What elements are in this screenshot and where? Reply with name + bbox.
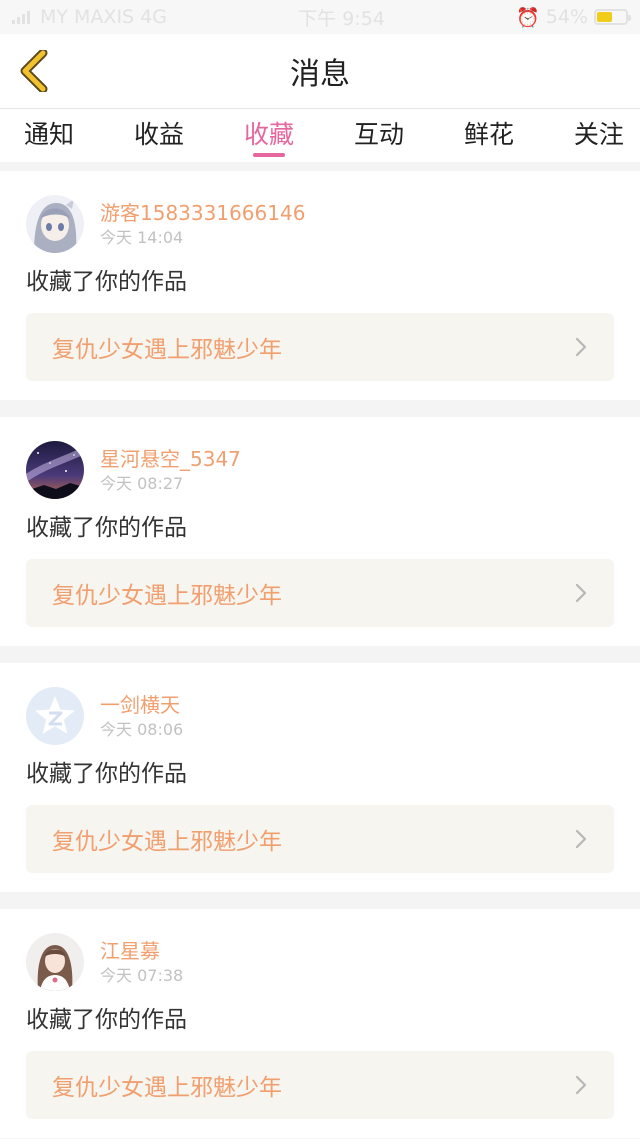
alarm-icon: ⏰ — [516, 6, 540, 29]
work-link[interactable]: 复仇少女遇上邪魅少年 — [26, 805, 614, 873]
message-header: 星河悬空_5347 今天 08:27 — [26, 441, 614, 499]
message-time: 今天 07:38 — [100, 965, 184, 985]
default-star-avatar-icon — [26, 687, 84, 745]
signal-icon — [12, 10, 30, 24]
message-header: 游客1583331666146 今天 14:04 — [26, 195, 614, 253]
page-title: 消息 — [290, 57, 350, 92]
chevron-right-icon — [575, 583, 587, 603]
message-card: 一剑横天 今天 08:06 收藏了你的作品 复仇少女遇上邪魅少年 — [0, 663, 640, 892]
tab-income[interactable]: 收益 — [134, 109, 184, 151]
message-card: 游客1583331666146 今天 14:04 收藏了你的作品 复仇少女遇上邪… — [0, 171, 640, 400]
message-header: 一剑横天 今天 08:06 — [26, 687, 614, 745]
message-time: 今天 08:27 — [100, 473, 184, 493]
user-name[interactable]: 游客1583331666146 — [100, 200, 305, 226]
avatar[interactable] — [26, 687, 84, 745]
user-info: 江星募 今天 07:38 — [100, 938, 183, 987]
chevron-left-icon — [20, 48, 48, 94]
message-time: 今天 14:04 — [100, 227, 184, 247]
message-text: 收藏了你的作品 — [26, 1007, 187, 1033]
avatar[interactable] — [26, 441, 84, 499]
tab-bar: 通知 收益 收藏 互动 鲜花 关注 — [0, 108, 640, 162]
user-name[interactable]: 星河悬空_5347 — [100, 446, 241, 472]
work-link[interactable]: 复仇少女遇上邪魅少年 — [26, 313, 614, 381]
status-bar: MY MAXIS 4G 下午 9:54 ⏰ 54% — [0, 0, 640, 34]
user-name[interactable]: 江星募 — [100, 938, 183, 964]
carrier-label: MY MAXIS 4G — [40, 6, 167, 28]
avatar[interactable] — [26, 195, 84, 253]
chevron-right-icon — [575, 829, 587, 849]
tab-follow[interactable]: 关注 — [574, 109, 624, 151]
anime-avatar-icon — [26, 195, 84, 253]
work-title: 复仇少女遇上邪魅少年 — [52, 829, 282, 855]
work-title: 复仇少女遇上邪魅少年 — [52, 583, 282, 609]
tab-flowers[interactable]: 鲜花 — [464, 109, 514, 151]
work-title: 复仇少女遇上邪魅少年 — [52, 337, 282, 363]
tab-interaction[interactable]: 互动 — [354, 109, 404, 151]
nav-bar: 消息 — [0, 34, 640, 108]
message-time: 今天 08:06 — [100, 719, 184, 739]
work-title: 复仇少女遇上邪魅少年 — [52, 1075, 282, 1101]
photo-avatar-icon — [26, 933, 84, 991]
tab-favorites[interactable]: 收藏 — [244, 109, 294, 157]
message-card: 星河悬空_5347 今天 08:27 收藏了你的作品 复仇少女遇上邪魅少年 — [0, 417, 640, 646]
user-info: 游客1583331666146 今天 14:04 — [100, 200, 305, 249]
galaxy-avatar-icon — [26, 441, 84, 499]
user-name[interactable]: 一剑横天 — [100, 692, 183, 718]
battery-fill — [597, 12, 613, 22]
avatar[interactable] — [26, 933, 84, 991]
message-text: 收藏了你的作品 — [26, 269, 187, 295]
message-header: 江星募 今天 07:38 — [26, 933, 614, 991]
message-card: 江星募 今天 07:38 收藏了你的作品 复仇少女遇上邪魅少年 — [0, 909, 640, 1138]
battery-icon — [594, 9, 631, 25]
chevron-right-icon — [575, 337, 587, 357]
chevron-right-icon — [575, 1075, 587, 1095]
user-info: 星河悬空_5347 今天 08:27 — [100, 446, 241, 495]
message-text: 收藏了你的作品 — [26, 515, 187, 541]
message-text: 收藏了你的作品 — [26, 761, 187, 787]
user-info: 一剑横天 今天 08:06 — [100, 692, 183, 741]
status-right: ⏰ 54% — [516, 6, 631, 29]
battery-percent: 54% — [545, 6, 588, 28]
work-link[interactable]: 复仇少女遇上邪魅少年 — [26, 559, 614, 627]
back-button[interactable] — [16, 48, 56, 94]
tab-notify[interactable]: 通知 — [24, 109, 74, 151]
work-link[interactable]: 复仇少女遇上邪魅少年 — [26, 1051, 614, 1119]
clock: 下午 9:54 — [298, 7, 385, 30]
status-left: MY MAXIS 4G — [12, 6, 167, 28]
